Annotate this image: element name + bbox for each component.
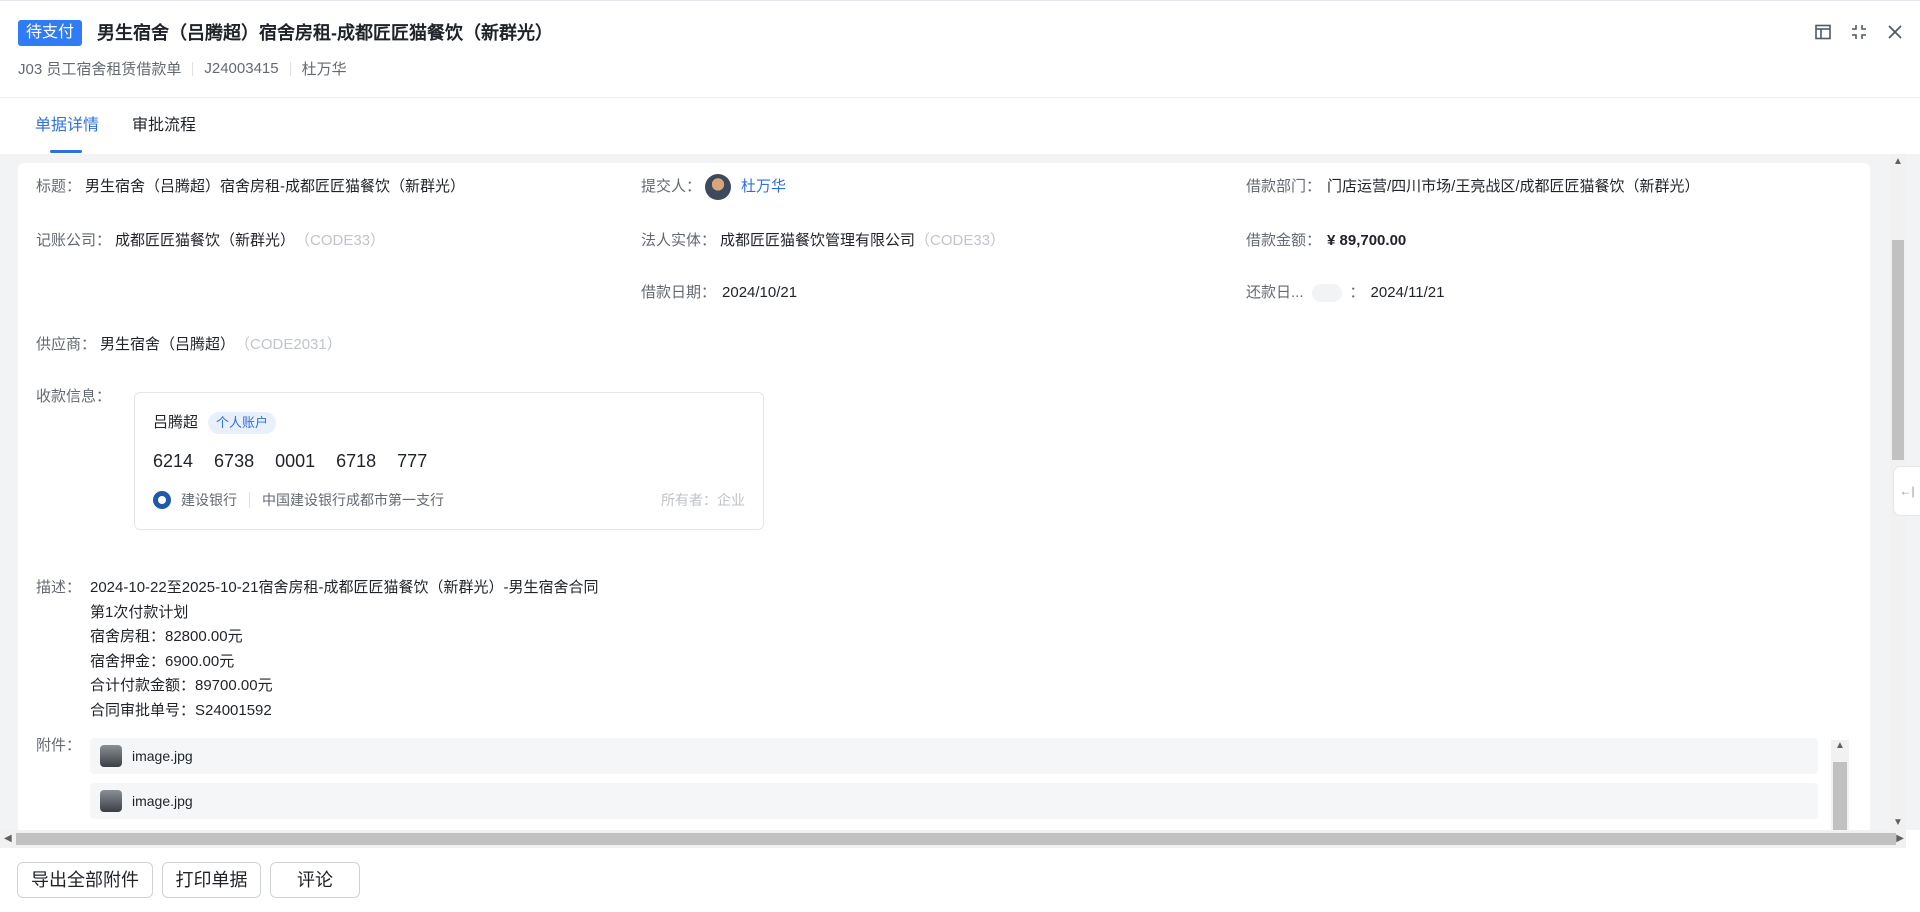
- content-area: 标题： 男生宿舍（吕腾超）宿舍房租-成都匠匠猫餐饮（新群光） 提交人： 杜万华 …: [0, 154, 1920, 830]
- payee: 吕腾超 个人账户: [153, 412, 277, 434]
- submitter-link[interactable]: 杜万华: [741, 177, 786, 197]
- account-owner: 所有者：企业: [661, 492, 745, 508]
- attachment-item[interactable]: image.jpg: [90, 738, 1818, 774]
- bank-info: 建设银行 中国建设银行成都市第一支行: [153, 491, 444, 509]
- field-company: 记账公司： 成都匠匠猫餐饮（新群光） （CODE33）: [36, 232, 386, 249]
- footer-toolbar: 导出全部附件 打印单据 评论: [0, 848, 1920, 912]
- active-tab-indicator: [50, 150, 82, 153]
- description-label: 描述：: [36, 579, 82, 596]
- status-badge: 待支付: [18, 20, 83, 46]
- field-supplier: 供应商： 男生宿舍（吕腾超） （CODE2031）: [36, 336, 342, 353]
- horizontal-scrollbar[interactable]: ◀ ▶: [0, 830, 1906, 848]
- field-payment-info-label: 收款信息：: [36, 388, 112, 405]
- print-button[interactable]: 打印单据: [162, 862, 261, 898]
- doc-number: J24003415: [204, 60, 279, 77]
- doc-submitter: 杜万华: [301, 61, 347, 78]
- comment-button[interactable]: 评论: [270, 862, 360, 898]
- bank-logo-icon: [153, 491, 171, 509]
- divider: [289, 61, 291, 76]
- bank-branch: 中国建设银行成都市第一支行: [262, 492, 444, 508]
- scroll-up-icon[interactable]: ▲: [1835, 740, 1845, 751]
- layout-icon[interactable]: [1814, 23, 1832, 41]
- attachment-item[interactable]: image.jpg: [90, 783, 1818, 819]
- image-file-icon: [100, 745, 122, 767]
- divider: [192, 61, 194, 76]
- window-controls: [1814, 23, 1904, 41]
- expand-side-panel-icon[interactable]: ←|: [1893, 466, 1920, 516]
- scroll-up-icon[interactable]: ▲: [1893, 156, 1903, 167]
- account-type-badge: 个人账户: [208, 412, 277, 434]
- field-amount: 借款金额： ¥ 89,700.00: [1246, 232, 1407, 249]
- field-department: 借款部门： 门店运营/四川市场/王亮战区/成都匠匠猫餐饮（新群光）: [1246, 178, 1700, 195]
- scroll-left-icon[interactable]: ◀: [4, 833, 12, 844]
- export-attachments-button[interactable]: 导出全部附件: [17, 862, 153, 898]
- payee-name: 吕腾超: [153, 414, 199, 431]
- field-legal-entity: 法人实体： 成都匠匠猫餐饮管理有限公司 （CODE33）: [641, 232, 1006, 249]
- header: 待支付 男生宿舍（吕腾超）宿舍房租-成都匠匠猫餐饮（新群光） J03 员工宿舍租…: [0, 0, 1920, 98]
- description-text: 2024-10-22至2025-10-21宿舍房租-成都匠匠猫餐饮（新群光）-男…: [90, 579, 599, 719]
- tab-details[interactable]: 单据详情: [35, 116, 99, 136]
- attachments-label: 附件：: [36, 737, 82, 754]
- field-repay-date: 还款日... ： 2024/11/21: [1246, 284, 1445, 302]
- page-title: 男生宿舍（吕腾超）宿舍房租-成都匠匠猫餐饮（新群光）: [97, 23, 553, 43]
- attachments-scrollbar[interactable]: ▲: [1831, 740, 1849, 830]
- avatar: [705, 174, 732, 200]
- attachment-filename: image.jpg: [132, 793, 193, 809]
- doc-type: J03 员工宿舍租赁借款单: [18, 61, 182, 78]
- scrollbar-thumb[interactable]: [1892, 240, 1904, 460]
- scrollbar-thumb[interactable]: [16, 833, 1896, 845]
- scrollbar-thumb[interactable]: [1833, 762, 1847, 830]
- divider: [249, 492, 250, 508]
- doc-meta: J03 员工宿舍租赁借款单 J24003415 杜万华: [18, 58, 347, 79]
- field-loan-date: 借款日期： 2024/10/21: [641, 284, 798, 301]
- bank-account-card: 吕腾超 个人账户 6214 6738 0001 6718 777 建设银行 中国…: [134, 392, 764, 530]
- tab-bar: 单据详情 审批流程: [0, 98, 1920, 154]
- bank-name: 建设银行: [181, 492, 237, 508]
- tab-approval-flow[interactable]: 审批流程: [132, 116, 196, 136]
- field-submitter: 提交人： 杜万华: [641, 174, 786, 200]
- account-number: 6214 6738 0001 6718 777: [153, 451, 428, 471]
- scroll-right-icon[interactable]: ▶: [1896, 833, 1904, 844]
- field-title: 标题： 男生宿舍（吕腾超）宿舍房租-成都匠匠猫餐饮（新群光）: [36, 178, 466, 195]
- image-file-icon: [100, 790, 122, 812]
- attachment-filename: image.jpg: [132, 748, 193, 764]
- collapse-icon[interactable]: [1850, 23, 1868, 41]
- detail-card: 标题： 男生宿舍（吕腾超）宿舍房租-成都匠匠猫餐饮（新群光） 提交人： 杜万华 …: [18, 163, 1870, 830]
- print-icon: [1311, 284, 1342, 302]
- scroll-down-icon[interactable]: ▼: [1893, 817, 1903, 828]
- close-icon[interactable]: [1886, 23, 1904, 41]
